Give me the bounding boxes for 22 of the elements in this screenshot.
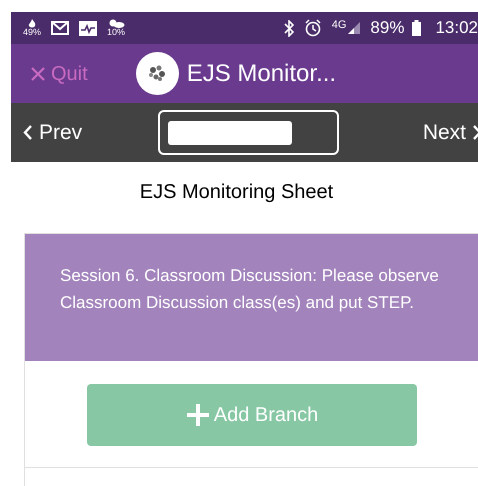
sheet-title: EJS Monitoring Sheet bbox=[140, 180, 334, 205]
app-title: EJS Monitor... bbox=[186, 58, 336, 88]
next-button[interactable]: Next bbox=[422, 116, 478, 148]
close-icon bbox=[31, 66, 45, 80]
battery-icon bbox=[412, 20, 422, 36]
alarm-icon bbox=[304, 19, 322, 37]
app-logo-icon bbox=[136, 52, 179, 95]
prev-button[interactable]: Prev bbox=[23, 116, 82, 148]
page-selector-field[interactable] bbox=[158, 110, 340, 155]
chevron-left-icon bbox=[23, 124, 33, 141]
activity-icon bbox=[79, 20, 98, 36]
mail-icon bbox=[51, 21, 70, 35]
clock-time: 13:02 bbox=[435, 17, 478, 40]
network-label: 4G bbox=[332, 18, 346, 33]
weather-reading: 10% bbox=[107, 28, 126, 37]
weather-icon bbox=[107, 19, 126, 28]
plus-icon bbox=[186, 403, 210, 427]
battery-percent: 89% bbox=[370, 17, 404, 40]
data-saver-reading: 49% bbox=[23, 28, 42, 37]
session-description: Session 6. Classroom Discussion: Please observe Classroom Discussion class(es) and put STEP. bbox=[60, 265, 440, 314]
signal-icon bbox=[348, 22, 360, 34]
bluetooth-icon bbox=[284, 20, 294, 36]
